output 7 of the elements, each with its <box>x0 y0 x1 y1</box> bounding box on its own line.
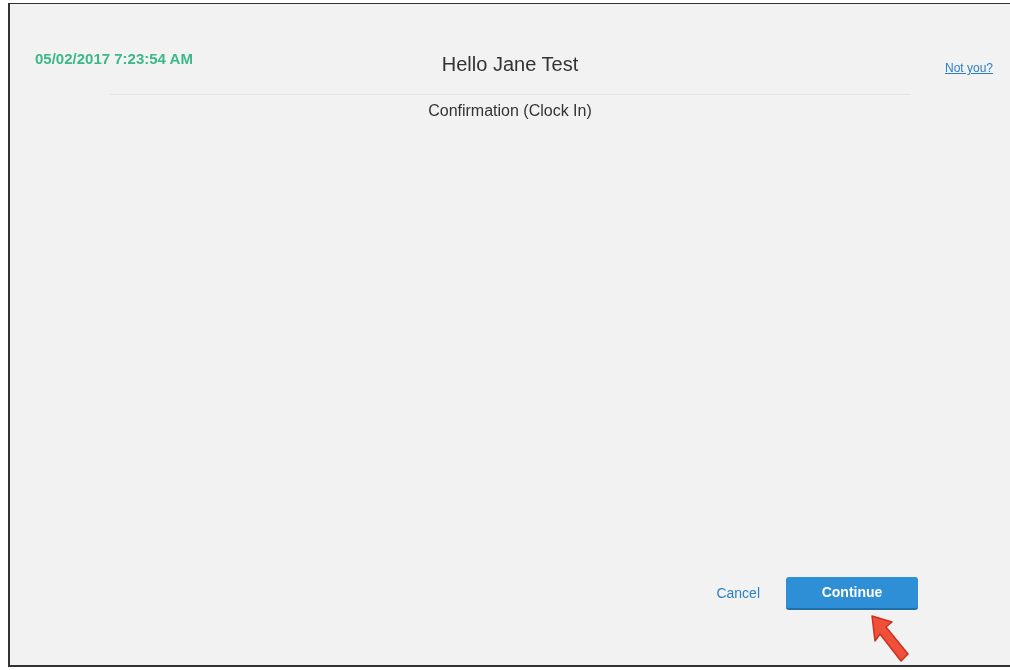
continue-button[interactable]: Continue <box>786 577 918 610</box>
date-time: 05/02/2017 7:23:54 AM <box>35 49 193 69</box>
subtitle: Confirmation (Clock In) <box>427 101 593 121</box>
cancel-link[interactable]: Cancel <box>716 583 760 604</box>
greeting-title: Hello Jane Test <box>441 52 579 77</box>
not-you-link[interactable]: Not you? <box>944 59 993 77</box>
pointer-arrow-icon <box>870 614 912 664</box>
